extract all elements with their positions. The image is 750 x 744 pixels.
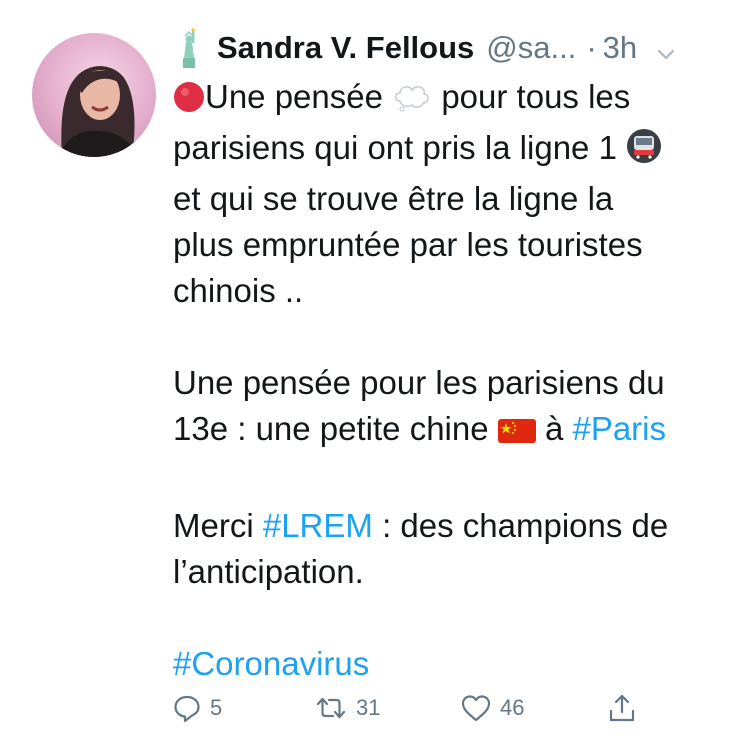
china-flag-icon bbox=[497, 411, 536, 457]
statue-of-liberty-icon bbox=[173, 27, 203, 68]
like-count: 46 bbox=[500, 695, 525, 720]
tweet-line: pour tous les bbox=[441, 78, 631, 115]
like-button[interactable]: 46 bbox=[460, 693, 524, 723]
tweet-paragraph-3: Merci #LREM : des champions de l’anticip… bbox=[173, 503, 733, 595]
tweet-line: : des champions de bbox=[382, 507, 669, 544]
retweet-count: 31 bbox=[356, 695, 381, 720]
share-button[interactable] bbox=[607, 692, 637, 724]
tweet-paragraph-1: Une pensée pour tous les parisiens qui o… bbox=[173, 74, 733, 314]
retweet-button[interactable]: 31 bbox=[314, 693, 380, 723]
tweet-line: parisiens qui ont pris la ligne 1 bbox=[173, 129, 617, 166]
tweet-header: Sandra V. Fellous @sa... · 3h bbox=[173, 24, 733, 72]
tweet-text: Une pensée pour tous les parisiens qui o… bbox=[173, 74, 733, 687]
tweet-line: chinois .. bbox=[173, 272, 304, 309]
reply-button[interactable]: 5 bbox=[172, 693, 222, 723]
tweet-line: à bbox=[544, 410, 564, 447]
tweet-line: 13e : une petite chine bbox=[173, 410, 489, 447]
tweet-line: Une pensée bbox=[205, 78, 383, 115]
reply-count: 5 bbox=[210, 695, 223, 720]
tweet-line: Une pensée pour les parisiens du bbox=[173, 364, 665, 401]
thought-balloon-icon bbox=[392, 79, 432, 125]
tweet-paragraph-2: Une pensée pour les parisiens du 13e : u… bbox=[173, 360, 733, 457]
hashtag-link[interactable]: #LREM bbox=[263, 507, 373, 544]
chevron-down-icon[interactable] bbox=[655, 37, 677, 60]
tweet-line: plus empruntée par les touristes bbox=[173, 226, 643, 263]
tweet-paragraph-4: #Coronavirus bbox=[173, 641, 733, 687]
tweet-line: et qui se trouve être la ligne la bbox=[173, 180, 614, 217]
heart-icon bbox=[460, 693, 492, 723]
red-circle-icon bbox=[173, 79, 205, 125]
tweet-actions: 5 31 46 bbox=[172, 688, 652, 728]
tweet-line: Merci bbox=[173, 507, 254, 544]
author-name[interactable]: Sandra V. Fellous bbox=[217, 30, 474, 66]
share-icon bbox=[607, 692, 637, 724]
separator-dot: · bbox=[586, 30, 597, 65]
author-handle[interactable]: @sa... bbox=[486, 30, 576, 66]
hashtag-link[interactable]: #Paris bbox=[572, 410, 666, 447]
retweet-icon bbox=[314, 693, 348, 723]
reply-icon bbox=[172, 693, 202, 723]
avatar-photo bbox=[58, 66, 138, 157]
metro-icon bbox=[626, 128, 662, 176]
tweet-time[interactable]: 3h bbox=[603, 30, 637, 66]
tweet-line: l’anticipation. bbox=[173, 553, 364, 590]
avatar[interactable] bbox=[32, 33, 156, 157]
hashtag-link[interactable]: #Coronavirus bbox=[173, 645, 369, 682]
